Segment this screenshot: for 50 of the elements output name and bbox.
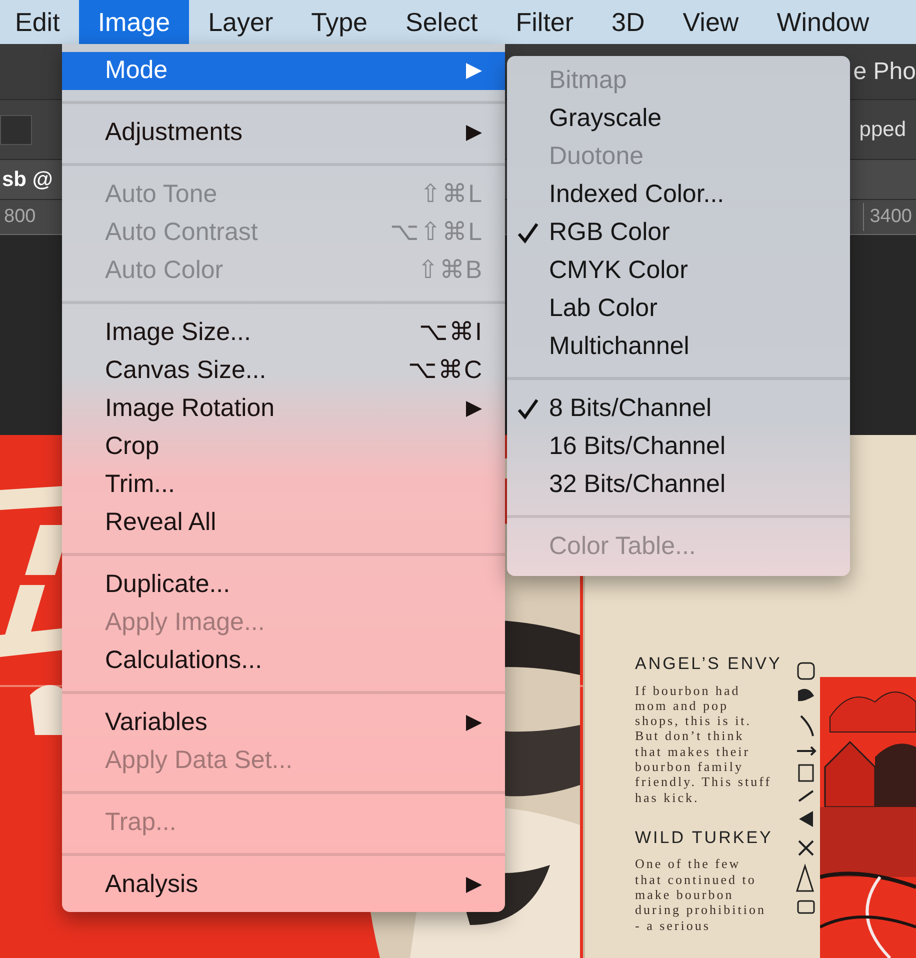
menu-bar-item[interactable]: Edit xyxy=(0,0,79,44)
submenu-item[interactable]: CMYK Color xyxy=(507,252,850,290)
option-field[interactable] xyxy=(0,114,32,144)
menu-item[interactable]: Crop xyxy=(62,428,505,466)
option-label: pped xyxy=(859,116,907,143)
menu-item[interactable]: Analysis xyxy=(62,866,505,904)
submenu-item[interactable]: RGB Color xyxy=(507,214,850,252)
ruler-label: 800 xyxy=(4,204,36,229)
menu-bar-item[interactable]: Type xyxy=(292,0,386,44)
menu-item[interactable]: Trim... xyxy=(62,466,505,504)
menu-item[interactable]: Duplicate... xyxy=(62,566,505,604)
submenu-arrow-icon xyxy=(465,62,483,80)
shortcut-text: ⌥⇧⌘L xyxy=(390,217,483,248)
menu-item[interactable]: Reveal All xyxy=(62,504,505,542)
submenu-arrow-icon xyxy=(465,876,483,894)
submenu-arrow-icon xyxy=(465,400,483,418)
menu-item[interactable]: Variables xyxy=(62,704,505,742)
section-text: One of the few that continued to make bourbon during prohibition - a serious xyxy=(635,856,767,933)
menu-bar-item[interactable]: 3D xyxy=(592,0,664,44)
menu-bar-item[interactable]: Window xyxy=(758,0,888,44)
submenu-item[interactable]: 16 Bits/Channel xyxy=(507,428,850,466)
menu-item[interactable]: Image Size... ⌥⌘I xyxy=(62,314,505,352)
menu-bar-item[interactable]: Filter xyxy=(496,0,593,44)
section-heading: WILD TURKEY xyxy=(635,826,774,849)
menu-item[interactable]: Mode xyxy=(62,52,505,90)
ruler-label: 3400 xyxy=(862,202,912,232)
shortcut-text: ⇧⌘B xyxy=(417,255,483,286)
submenu-arrow-icon xyxy=(465,714,483,732)
menu-item[interactable]: Image Rotation xyxy=(62,390,505,428)
submenu-item[interactable]: Indexed Color... xyxy=(507,176,850,214)
section-heading: ANGEL’S ENVY xyxy=(635,653,783,675)
menu-bar-item[interactable]: Layer xyxy=(189,0,292,44)
menu-item[interactable]: Canvas Size... ⌥⌘C xyxy=(62,352,505,390)
menu-bar-item[interactable]: Image xyxy=(78,0,190,44)
submenu-item[interactable]: Multichannel xyxy=(507,328,850,366)
section-text: If bourbon had mom and pop shops, this is it. But don’t think that makes their bourbon family friendly. This stuff has kick. xyxy=(635,682,773,805)
submenu-item[interactable]: Grayscale xyxy=(507,100,850,138)
submenu-item[interactable]: Lab Color xyxy=(507,290,850,328)
document-tab-title: sb @ xyxy=(1,166,53,193)
shortcut-text: ⌥⌘C xyxy=(408,355,483,386)
menu-item[interactable]: Adjustments xyxy=(62,114,505,152)
shortcut-text: ⌥⌘I xyxy=(419,317,483,348)
window-title: e Pho xyxy=(853,56,916,86)
menu-item[interactable]: Calculations... xyxy=(62,642,505,680)
menu-bar-item[interactable]: View xyxy=(664,0,758,44)
submenu-item[interactable]: 8 Bits/Channel xyxy=(507,390,850,428)
submenu-arrow-icon xyxy=(465,124,483,142)
submenu-item[interactable]: 32 Bits/Channel xyxy=(507,466,850,504)
menu-bar-item[interactable]: Select xyxy=(386,0,497,44)
shortcut-text: ⇧⌘L xyxy=(420,179,483,210)
